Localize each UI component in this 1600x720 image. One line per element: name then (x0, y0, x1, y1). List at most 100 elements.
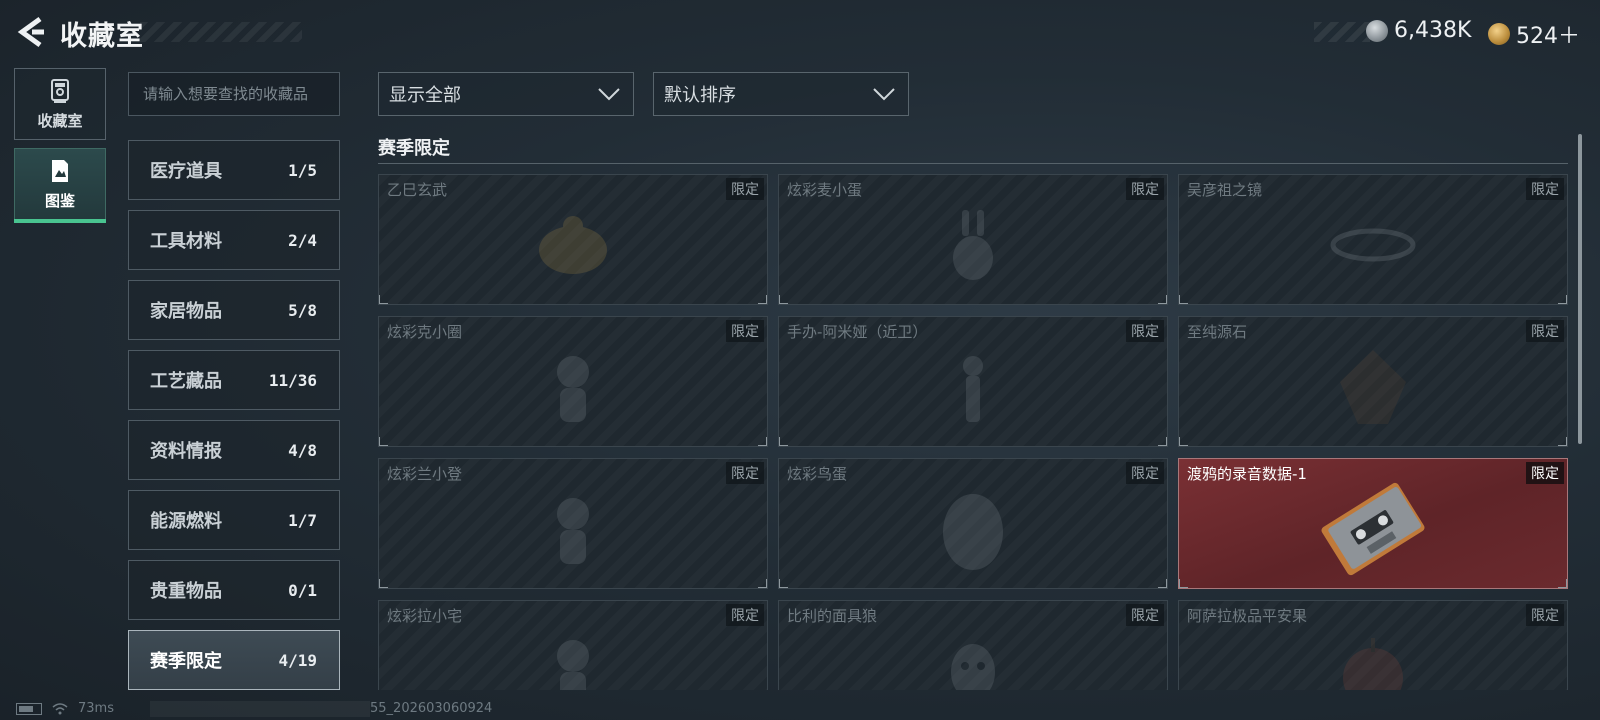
limited-badge: 限定 (1526, 178, 1564, 200)
figurine-icon (557, 497, 589, 564)
wifi-icon (52, 702, 68, 714)
collectible-card[interactable]: 吴彦祖之镜 限定 (1178, 174, 1568, 305)
category-name: 工具材料 (150, 231, 222, 252)
section-title: 赛季限定 (378, 138, 450, 159)
collectible-card[interactable]: 乙巳玄武 限定 (378, 174, 768, 305)
redacted-region (150, 701, 370, 717)
status-bar: 73ms (16, 701, 114, 716)
category-count: 2/4 (288, 230, 317, 250)
display-filter-dropdown[interactable]: 显示全部 (378, 72, 634, 116)
item-name: 比利的面具狼 (787, 607, 878, 625)
crystal-icon (1340, 349, 1406, 424)
limited-badge: 限定 (726, 604, 764, 626)
item-name: 至纯源石 (1187, 323, 1248, 341)
category-name: 赛季限定 (150, 651, 222, 672)
item-name: 手办-阿米娅（近卫） (787, 323, 928, 341)
category-item-crafts[interactable]: 工艺藏品 11/36 (128, 350, 340, 410)
collectible-card[interactable]: 手办-阿米娅（近卫） 限定 (778, 316, 1168, 447)
collectible-card[interactable]: 至纯源石 限定 (1178, 316, 1568, 447)
category-name: 医疗道具 (150, 161, 222, 182)
rabbit-figure-icon (953, 209, 993, 280)
turtle-figure-icon (539, 215, 607, 274)
collectible-card-owned[interactable]: 渡鸦的录音数据-1 限定 (1178, 458, 1568, 589)
category-list: 医疗道具 1/5 工具材料 2/4 家居物品 5/8 工艺藏品 11/36 资料… (128, 140, 340, 700)
gold-coin-icon (1488, 23, 1510, 45)
nav-catalog-label: 图鉴 (44, 191, 75, 210)
collectible-grid: 乙巳玄武 限定 炫彩麦小蛋 限定 吴彦祖之镜 限定 炫彩克小圈 限定 手办-阿米… (378, 174, 1568, 690)
collection-room-icon (51, 78, 69, 103)
category-count: 4/19 (278, 650, 317, 670)
category-count: 5/8 (288, 300, 317, 320)
item-name: 渡鸦的录音数据-1 (1187, 465, 1307, 483)
build-id: 55_202603060924 (370, 701, 493, 716)
limited-badge: 限定 (726, 320, 764, 342)
title-decoration (140, 22, 302, 42)
section-divider (378, 163, 1568, 164)
item-name: 阿萨拉极品平安果 (1187, 607, 1308, 625)
gold-currency-value: 524＋ (1516, 24, 1580, 49)
category-item-valuables[interactable]: 贵重物品 0/1 (128, 560, 340, 620)
silver-coin-icon (1366, 19, 1388, 42)
figurine-icon (963, 355, 983, 422)
item-name: 炫彩克小圈 (387, 323, 463, 341)
category-item-intel[interactable]: 资料情报 4/8 (128, 420, 340, 480)
collectible-card[interactable]: 炫彩麦小蛋 限定 (778, 174, 1168, 305)
mirror-icon (1330, 228, 1416, 262)
collectible-card[interactable]: 炫彩拉小宅 限定 (378, 600, 768, 690)
nav-collection-label: 收藏室 (37, 111, 83, 130)
silver-currency[interactable]: 6,438K (1366, 18, 1471, 43)
limited-badge: 限定 (1126, 604, 1164, 626)
collectible-card[interactable]: 炫彩克小圈 限定 (378, 316, 768, 447)
egg-icon (943, 493, 1003, 570)
category-item-fuel[interactable]: 能源燃料 1/7 (128, 490, 340, 550)
sort-label: 默认排序 (664, 85, 736, 106)
chevron-down-icon (598, 88, 620, 101)
limited-badge: 限定 (726, 462, 764, 484)
nav-collection-room[interactable]: 收藏室 (14, 68, 106, 140)
category-count: 1/7 (288, 510, 317, 530)
silver-currency-value: 6,438K (1394, 18, 1472, 43)
category-item-medical[interactable]: 医疗道具 1/5 (128, 140, 340, 200)
category-count: 11/36 (268, 370, 317, 390)
item-name: 炫彩拉小宅 (387, 607, 463, 625)
category-count: 4/8 (288, 440, 317, 460)
search-input[interactable] (128, 72, 340, 116)
mask-icon (951, 643, 995, 690)
nav-catalog[interactable]: 图鉴 (14, 148, 106, 223)
page-title: 收藏室 (60, 21, 144, 52)
collectible-card[interactable]: 阿萨拉极品平安果 限定 (1178, 600, 1568, 690)
limited-badge: 限定 (1526, 320, 1564, 342)
category-name: 贵重物品 (150, 581, 222, 602)
category-name: 家居物品 (150, 301, 222, 322)
limited-badge: 限定 (726, 178, 764, 200)
category-name: 能源燃料 (150, 511, 222, 532)
category-item-household[interactable]: 家居物品 5/8 (128, 280, 340, 340)
battery-icon (16, 702, 42, 715)
figurine-icon (557, 355, 589, 422)
gold-currency[interactable]: 524＋ (1488, 18, 1580, 50)
collectible-card[interactable]: 炫彩鸟蛋 限定 (778, 458, 1168, 589)
item-name: 炫彩鸟蛋 (787, 465, 848, 483)
back-arrow-icon (17, 16, 44, 48)
chevron-down-icon (873, 88, 895, 101)
limited-badge: 限定 (1126, 178, 1164, 200)
figurine-icon (557, 639, 589, 690)
category-count: 1/5 (288, 160, 317, 180)
apple-icon (1343, 637, 1403, 690)
limited-badge: 限定 (1126, 462, 1164, 484)
item-name: 吴彦祖之镜 (1187, 181, 1263, 199)
sort-dropdown[interactable]: 默认排序 (653, 72, 909, 116)
limited-badge: 限定 (1126, 320, 1164, 342)
category-name: 工艺藏品 (150, 371, 222, 392)
catalog-book-icon (52, 159, 68, 182)
item-name: 乙巳玄武 (387, 181, 448, 199)
category-item-tools[interactable]: 工具材料 2/4 (128, 210, 340, 270)
collectible-card[interactable]: 比利的面具狼 限定 (778, 600, 1168, 690)
grid-scrollbar[interactable] (1578, 134, 1582, 444)
collectible-card[interactable]: 炫彩兰小登 限定 (378, 458, 768, 589)
limited-badge: 限定 (1526, 462, 1564, 484)
category-count: 0/1 (288, 580, 317, 600)
limited-badge: 限定 (1526, 604, 1564, 626)
back-button[interactable] (16, 16, 46, 48)
category-item-season-limited[interactable]: 赛季限定 4/19 (128, 630, 340, 690)
